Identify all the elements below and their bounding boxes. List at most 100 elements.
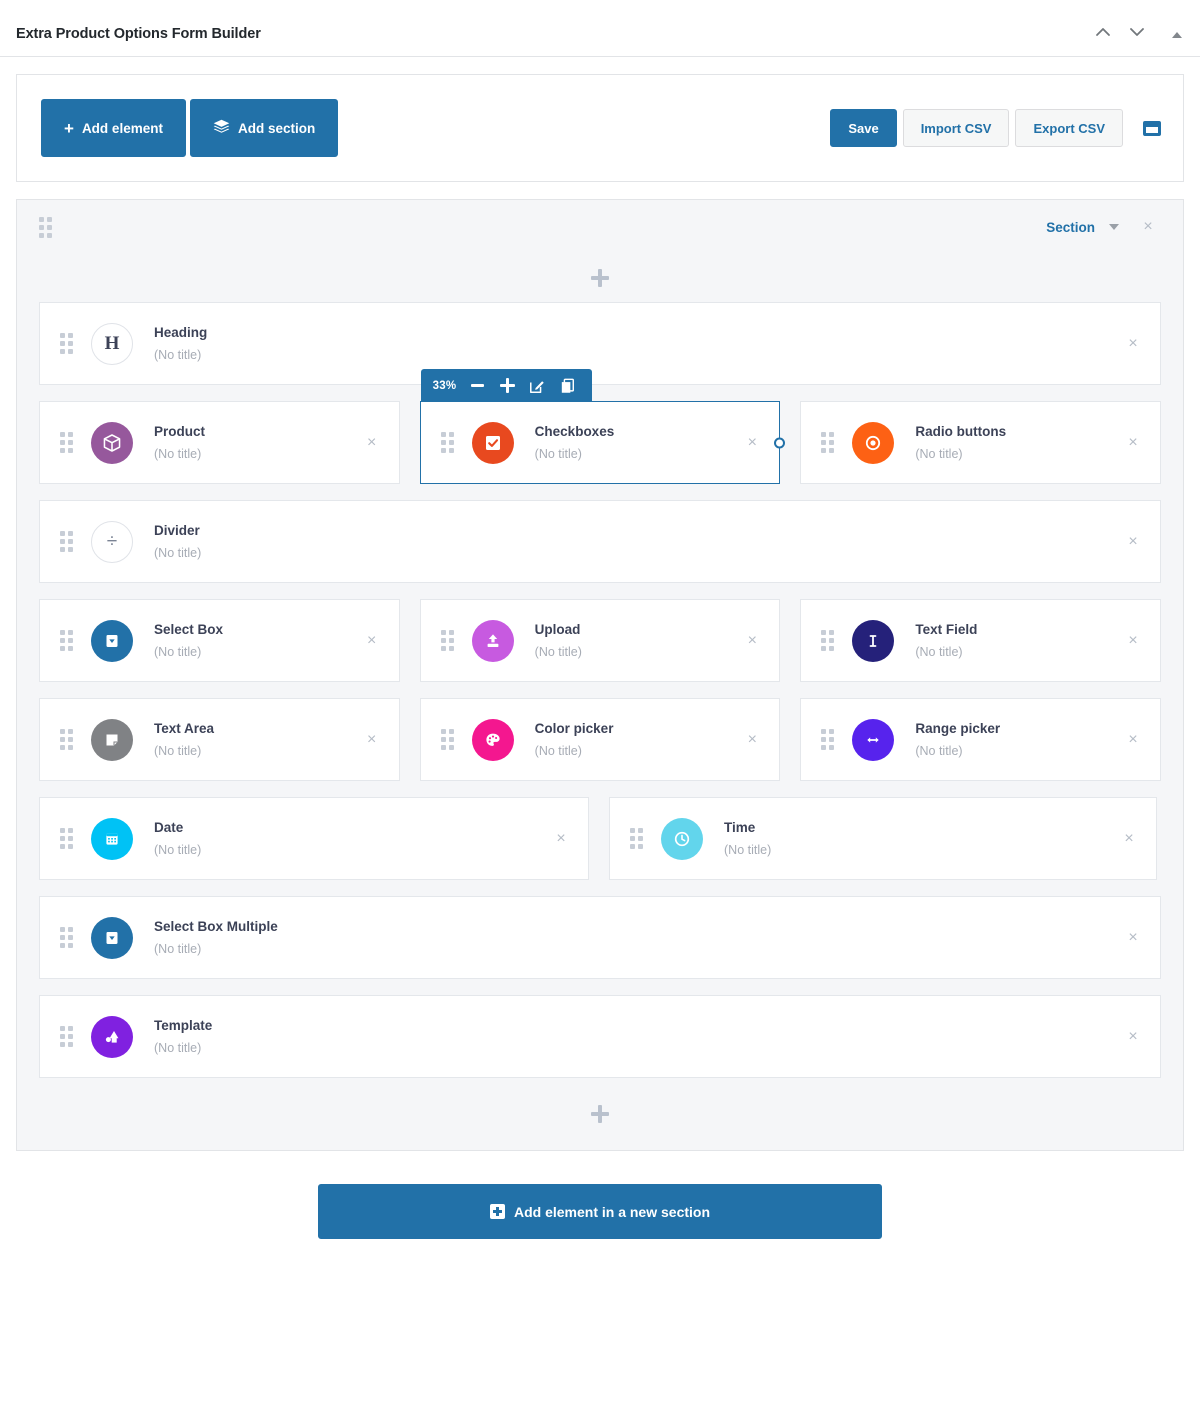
section-header: Section ×	[39, 200, 1161, 254]
heading-icon: H	[91, 323, 133, 365]
element-card-select-box-multiple[interactable]: Select Box Multiple (No title) ×	[39, 896, 1161, 979]
element-close-button[interactable]: ×	[739, 430, 765, 456]
element-card-divider[interactable]: ÷ Divider (No title) ×	[39, 500, 1161, 583]
element-close-button[interactable]: ×	[1120, 529, 1146, 555]
move-down-icon[interactable]	[1126, 21, 1148, 43]
element-title: Select Box	[154, 621, 223, 639]
increase-width-button[interactable]	[492, 369, 522, 402]
element-card-range-picker[interactable]: Range picker (No title) ×	[800, 698, 1161, 781]
text-area-icon	[91, 719, 133, 761]
element-drag-handle[interactable]	[441, 729, 454, 750]
export-csv-button[interactable]: Export CSV	[1015, 109, 1123, 147]
edit-icon[interactable]	[522, 369, 552, 402]
toolbar-right-group: Save Import CSV Export CSV	[830, 109, 1161, 147]
element-text: Text Area (No title)	[154, 720, 214, 759]
element-card-time[interactable]: Time (No title) ×	[609, 797, 1157, 880]
element-drag-handle[interactable]	[441, 432, 454, 453]
element-drag-handle[interactable]	[441, 630, 454, 651]
add-element-new-section-button[interactable]: Add element in a new section	[318, 1184, 882, 1239]
element-row: Select Box (No title) × Upload (No title…	[39, 599, 1161, 682]
element-subtitle: (No title)	[915, 644, 977, 660]
range-icon	[852, 719, 894, 761]
builder-toolbar: + Add element Add section Save Import CS…	[16, 74, 1184, 182]
element-card-radio-buttons[interactable]: Radio buttons (No title) ×	[800, 401, 1161, 484]
element-drag-handle[interactable]	[821, 432, 834, 453]
element-text: Color picker (No title)	[535, 720, 614, 759]
plus-icon	[591, 269, 609, 287]
element-close-button[interactable]: ×	[1120, 628, 1146, 654]
select-box-icon	[91, 917, 133, 959]
element-card-select-box[interactable]: Select Box (No title) ×	[39, 599, 400, 682]
save-button[interactable]: Save	[830, 109, 896, 147]
toolbar-left-group: + Add element Add section	[41, 99, 338, 157]
element-card-text-area[interactable]: Text Area (No title) ×	[39, 698, 400, 781]
element-close-button[interactable]: ×	[359, 628, 385, 654]
add-section-button[interactable]: Add section	[190, 99, 338, 157]
section-label[interactable]: Section	[1046, 220, 1095, 235]
duplicate-icon[interactable]	[552, 369, 582, 402]
element-text: Divider (No title)	[154, 522, 201, 561]
element-close-button[interactable]: ×	[359, 430, 385, 456]
element-row: H Heading (No title) ×	[39, 302, 1161, 385]
element-card-date[interactable]: Date (No title) ×	[39, 797, 589, 880]
element-drag-handle[interactable]	[60, 333, 73, 354]
element-close-button[interactable]: ×	[1120, 727, 1146, 753]
element-card-color-picker[interactable]: Color picker (No title) ×	[420, 698, 781, 781]
element-drag-handle[interactable]	[60, 630, 73, 651]
element-close-button[interactable]: ×	[1120, 1024, 1146, 1050]
element-close-button[interactable]: ×	[1120, 331, 1146, 357]
element-rows: H Heading (No title) × Product (No title…	[39, 302, 1161, 1078]
element-card-template[interactable]: Template (No title) ×	[39, 995, 1161, 1078]
element-drag-handle[interactable]	[60, 1026, 73, 1047]
window-icon[interactable]	[1143, 121, 1161, 136]
add-element-top-button[interactable]	[39, 254, 1161, 302]
chevron-down-icon[interactable]	[1109, 224, 1119, 230]
element-close-button[interactable]: ×	[359, 727, 385, 753]
element-card-text-field[interactable]: Text Field (No title) ×	[800, 599, 1161, 682]
calendar-icon	[91, 818, 133, 860]
element-drag-handle[interactable]	[60, 531, 73, 552]
toggle-panel-icon[interactable]	[1168, 26, 1186, 44]
element-title: Heading	[154, 324, 207, 342]
element-card-product[interactable]: Product (No title) ×	[39, 401, 400, 484]
element-card-checkboxes[interactable]: 33% Checkboxes (No title)	[420, 401, 781, 484]
element-row: Product (No title) × 33%	[39, 401, 1161, 484]
plus-square-icon	[490, 1204, 505, 1219]
text-field-icon	[852, 620, 894, 662]
element-close-button[interactable]: ×	[1120, 430, 1146, 456]
add-element-label: Add element	[82, 121, 163, 136]
element-close-button[interactable]: ×	[548, 826, 574, 852]
element-title: Divider	[154, 522, 201, 540]
element-drag-handle[interactable]	[60, 729, 73, 750]
element-card-heading[interactable]: H Heading (No title) ×	[39, 302, 1161, 385]
section-drag-handle[interactable]	[39, 217, 52, 238]
element-title: Upload	[535, 621, 582, 639]
element-close-button[interactable]: ×	[739, 628, 765, 654]
move-up-icon[interactable]	[1092, 21, 1114, 43]
element-drag-handle[interactable]	[821, 630, 834, 651]
element-drag-handle[interactable]	[821, 729, 834, 750]
element-drag-handle[interactable]	[60, 432, 73, 453]
element-resize-handle[interactable]	[774, 437, 785, 448]
import-csv-button[interactable]: Import CSV	[903, 109, 1010, 147]
add-element-button[interactable]: + Add element	[41, 99, 186, 157]
element-text: Select Box (No title)	[154, 621, 223, 660]
element-close-button[interactable]: ×	[1116, 826, 1142, 852]
element-close-button[interactable]: ×	[739, 727, 765, 753]
element-title: Date	[154, 819, 201, 837]
element-drag-handle[interactable]	[630, 828, 643, 849]
element-subtitle: (No title)	[915, 446, 1006, 462]
section-close-button[interactable]: ×	[1135, 214, 1161, 240]
element-subtitle: (No title)	[154, 446, 205, 462]
page-header: Extra Product Options Form Builder	[0, 0, 1200, 57]
element-close-button[interactable]: ×	[1120, 925, 1146, 951]
decrease-width-button[interactable]	[462, 369, 492, 402]
add-element-bottom-button[interactable]	[39, 1078, 1161, 1150]
element-drag-handle[interactable]	[60, 828, 73, 849]
element-card-upload[interactable]: Upload (No title) ×	[420, 599, 781, 682]
divider-icon: ÷	[91, 521, 133, 563]
element-row: Template (No title) ×	[39, 995, 1161, 1078]
element-drag-handle[interactable]	[60, 927, 73, 948]
element-title: Time	[724, 819, 771, 837]
page-title: Extra Product Options Form Builder	[16, 26, 261, 42]
